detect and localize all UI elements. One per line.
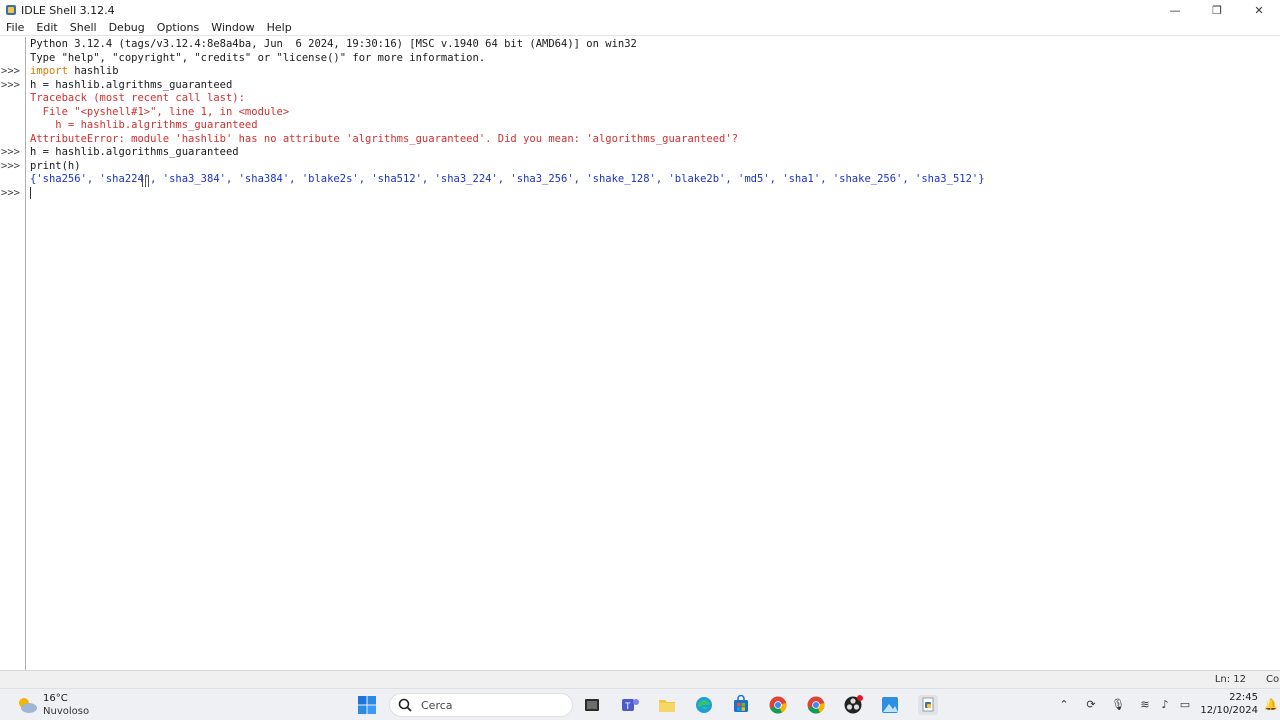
menu-file[interactable]: File [0, 20, 30, 36]
svg-text:T: T [625, 701, 631, 711]
menu-options[interactable]: Options [151, 20, 205, 36]
menu-window[interactable]: Window [205, 20, 260, 36]
prompt: >>> [1, 78, 20, 91]
keyword: import [30, 65, 68, 77]
input-line: h = hashlib.algorithms_guaranteed [30, 146, 239, 158]
photos-icon[interactable] [880, 695, 900, 715]
weather-description[interactable]: Nuvoloso [43, 706, 89, 717]
input-line: import hashlib [30, 65, 1280, 79]
prompt: >>> [1, 186, 20, 199]
weather-temperature[interactable]: 16°C [43, 693, 68, 704]
input-line: print(h) [30, 159, 81, 172]
output-line: {'sha256', 'sha224', 'sha3_384', 'sha384… [30, 173, 985, 185]
idle-taskbar-icon[interactable] [918, 695, 938, 715]
error-line: AttributeError: module 'hashlib' has no … [30, 132, 739, 145]
battery-icon[interactable]: ▭ [1178, 698, 1192, 712]
store-icon[interactable] [731, 695, 751, 715]
clock-time[interactable]: 22:45 [1229, 692, 1258, 703]
close-button[interactable]: ✕ [1238, 0, 1280, 20]
windows-start-icon[interactable] [357, 695, 377, 715]
menu-debug[interactable]: Debug [103, 20, 151, 36]
teams-icon[interactable]: T [620, 695, 640, 715]
wifi-icon[interactable]: ≋ [1138, 698, 1152, 712]
prompt: >>> [1, 146, 20, 158]
search-icon [398, 698, 412, 712]
chrome-profile-icon[interactable] [806, 695, 826, 715]
banner-line: Python 3.12.4 (tags/v3.12.4:8e8a4ba, Jun… [30, 38, 637, 50]
search-label: Cerca [421, 699, 453, 712]
taskbar: 16°C Nuvoloso Cerca T ⌃ ⟳ 🎙 ≋ ♪ ▭ 22:45 … [0, 688, 1280, 720]
prompt-gutter: >>> >>> >>> >>> >>> [0, 37, 26, 670]
mouse-ibeam-icon [142, 175, 149, 187]
chevron-up-icon[interactable]: ⌃ [1057, 698, 1071, 712]
file-explorer-icon[interactable] [657, 695, 677, 715]
menu-bar: File Edit Shell Debug Options Window Hel… [0, 20, 1280, 36]
line-number: Ln: 12 [1214, 674, 1246, 685]
traceback-line: File "<pyshell#1>", line 1, in <module> [30, 105, 290, 118]
edge-icon[interactable] [694, 695, 714, 715]
input-line[interactable] [30, 186, 1280, 201]
cloud-sun-icon[interactable] [16, 696, 38, 714]
prompt: >>> [1, 159, 20, 172]
menu-edit[interactable]: Edit [30, 20, 63, 36]
shell-lines: Python 3.12.4 (tags/v3.12.4:8e8a4ba, Jun… [30, 38, 1280, 200]
window-title: IDLE Shell 3.12.4 [21, 3, 115, 17]
taskbar-search[interactable]: Cerca [389, 693, 573, 717]
menu-help[interactable]: Help [261, 20, 298, 36]
shell-text-area[interactable]: >>> >>> >>> >>> >>> Python 3.12.4 (tags/… [0, 37, 1280, 670]
title-bar: IDLE Shell 3.12.4 — ❐ ✕ [0, 0, 1280, 20]
menu-shell[interactable]: Shell [64, 20, 103, 36]
traceback-line: Traceback (most recent call last): [30, 92, 245, 104]
input-line: h = hashlib.algrithms_guaranteed [30, 78, 233, 91]
minimize-button[interactable]: — [1154, 0, 1196, 20]
obs-icon[interactable] [843, 695, 863, 715]
notification-bell-icon[interactable]: 🔔 [1264, 698, 1278, 712]
column-number: Col [1266, 674, 1280, 685]
python-icon [6, 5, 16, 15]
maximize-button[interactable]: ❐ [1196, 0, 1238, 20]
task-view-icon[interactable] [582, 695, 602, 715]
prompt: >>> [1, 65, 20, 77]
code-text: hashlib [67, 65, 119, 77]
sync-icon[interactable]: ⟳ [1084, 698, 1098, 712]
microphone-icon[interactable]: 🎙 [1111, 698, 1125, 712]
window-controls: — ❐ ✕ [1154, 0, 1280, 20]
volume-icon[interactable]: ♪ [1158, 698, 1172, 712]
traceback-line: h = hashlib.algrithms_guaranteed [30, 119, 258, 131]
chrome-icon[interactable] [768, 695, 788, 715]
text-cursor [30, 186, 31, 199]
banner-line: Type "help", "copyright", "credits" or "… [30, 51, 486, 64]
clock-date[interactable]: 12/10/2024 [1200, 705, 1258, 716]
status-bar: Ln: 12 Col [0, 670, 1280, 688]
screen: IDLE Shell 3.12.4 — ❐ ✕ File Edit Shell … [0, 0, 1280, 720]
